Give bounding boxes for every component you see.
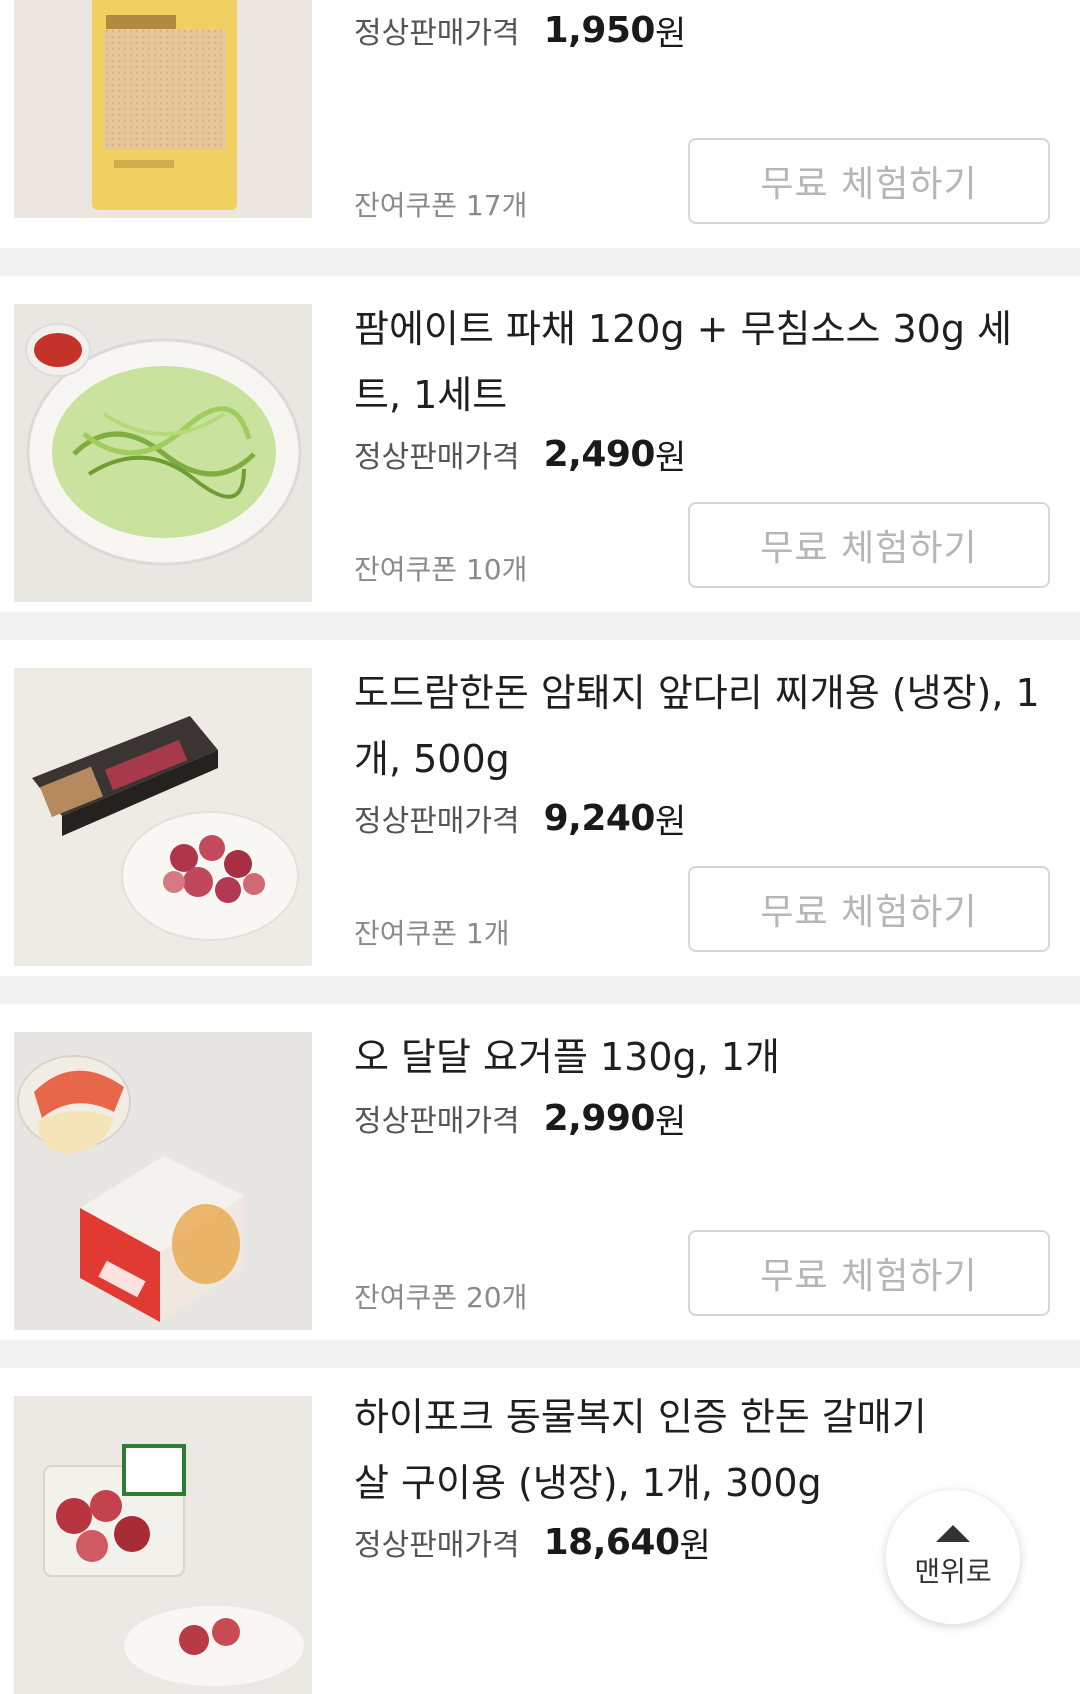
- scroll-to-top-button[interactable]: 맨위로: [886, 1490, 1020, 1624]
- divider: [0, 1340, 1080, 1368]
- remaining-coupons: 잔여쿠폰 20개: [354, 1281, 528, 1314]
- remaining-coupons: 잔여쿠폰 17개: [354, 189, 528, 222]
- price-value: 18,640: [543, 1521, 680, 1563]
- price-unit: 원: [654, 437, 687, 478]
- product-title[interactable]: 팜에이트 파채 120g + 무침소스 30g 세트, 1세트: [354, 296, 1054, 428]
- price-row: 정상판매가격 2,490 원: [354, 424, 686, 484]
- product-title[interactable]: 오 달달 요거플 130g, 1개: [354, 1024, 1054, 1090]
- price-row: 정상판매가격 18,640 원: [354, 1512, 711, 1572]
- price-value: 2,490: [543, 433, 656, 475]
- green-onion-salad-image: [14, 304, 312, 602]
- price-label: 정상판매가격: [354, 16, 520, 51]
- product-image[interactable]: [14, 668, 312, 966]
- price-unit: 원: [654, 1101, 687, 1142]
- price-label: 정상판매가격: [354, 1104, 520, 1139]
- price-unit: 원: [654, 13, 687, 54]
- price-label: 정상판매가격: [354, 1528, 520, 1563]
- pork-box-image: [14, 668, 312, 966]
- price-row: 정상판매가격 1,950 원: [354, 0, 686, 60]
- remaining-coupons: 잔여쿠폰 10개: [354, 553, 528, 586]
- price-row: 정상판매가격 2,990 원: [354, 1088, 686, 1148]
- divider: [0, 248, 1080, 276]
- free-trial-button[interactable]: 무료 체험하기: [688, 866, 1050, 952]
- price-unit: 원: [654, 801, 687, 842]
- divider: [0, 976, 1080, 1004]
- product-image[interactable]: [14, 1396, 312, 1694]
- divider: [0, 612, 1080, 640]
- price-row: 정상판매가격 9,240 원: [354, 788, 686, 848]
- product-title[interactable]: 도드람한돈 암퇘지 앞다리 찌개용 (냉장), 1개, 500g: [354, 660, 1054, 792]
- price-value: 1,950: [543, 9, 656, 51]
- product-image[interactable]: [14, 304, 312, 602]
- product-card[interactable]: 팜에이트 파채 120g + 무침소스 30g 세트, 1세트 정상판매가격 2…: [0, 276, 1080, 612]
- product-image[interactable]: [14, 1032, 312, 1330]
- price-value: 2,990: [543, 1097, 656, 1139]
- product-card[interactable]: 정상판매가격 1,950 원 무료 체험하기 잔여쿠폰 17개: [0, 0, 1080, 248]
- remaining-coupons: 잔여쿠폰 1개: [354, 917, 510, 950]
- scroll-to-top-label: 맨위로: [914, 1554, 992, 1588]
- product-title[interactable]: 하이포크 동물복지 인증 한돈 갈매기살 구이용 (냉장), 1개, 300g: [354, 1384, 954, 1516]
- price-unit: 원: [679, 1525, 711, 1566]
- free-trial-button[interactable]: 무료 체험하기: [688, 1230, 1050, 1316]
- product-card[interactable]: 도드람한돈 암퇘지 앞다리 찌개용 (냉장), 1개, 500g 정상판매가격 …: [0, 640, 1080, 976]
- pork-tray-image: [14, 1396, 312, 1694]
- price-label: 정상판매가격: [354, 804, 520, 839]
- product-card[interactable]: 오 달달 요거플 130g, 1개 정상판매가격 2,990 원 무료 체험하기…: [0, 1004, 1080, 1340]
- arrow-up-icon: [936, 1524, 970, 1542]
- price-value: 9,240: [543, 797, 656, 839]
- free-trial-button[interactable]: 무료 체험하기: [688, 502, 1050, 588]
- yogurt-cup-image: [14, 1032, 312, 1330]
- product-image[interactable]: [14, 0, 312, 218]
- fish-cake-package-image: [14, 0, 312, 218]
- price-label: 정상판매가격: [354, 440, 520, 475]
- free-trial-button[interactable]: 무료 체험하기: [688, 138, 1050, 224]
